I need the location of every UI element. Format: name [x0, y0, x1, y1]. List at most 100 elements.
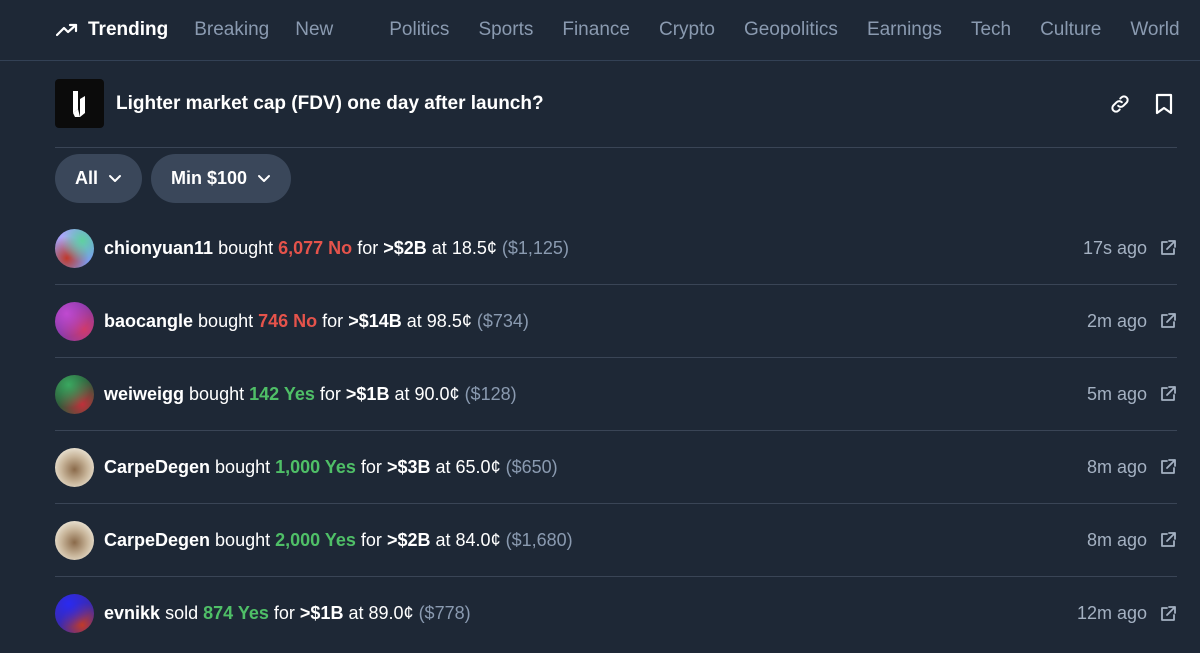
trade-action: bought [215, 529, 271, 550]
market-header: Lighter market cap (FDV) one day after l… [55, 79, 1177, 148]
trade-for: for [360, 529, 382, 550]
trade-quantity: 142 Yes [249, 383, 315, 404]
trade-quantity: 1,000 Yes [275, 456, 356, 477]
avatar[interactable] [55, 520, 94, 560]
top-nav: Trending Breaking New Politics Sports Fi… [0, 0, 1200, 61]
trade-at: at [394, 383, 410, 404]
min-amount-dropdown[interactable]: Min $100 [151, 154, 292, 203]
trade-description: weiweigg bought 142 Yes for >$1B at 90.0… [104, 384, 517, 405]
chevron-down-icon [258, 175, 271, 182]
trade-time: 8m ago [1086, 529, 1147, 550]
trade-for: for [357, 237, 379, 258]
trade-at: at [348, 603, 364, 623]
trade-for: for [322, 310, 344, 331]
trade-time: 17s ago [1082, 237, 1147, 258]
trade-description: chionyuan11 bought 6,077 No for >$2B at … [104, 238, 569, 259]
nav-sports[interactable]: Sports [478, 19, 533, 41]
link-icon [1111, 95, 1129, 113]
trade-row: CarpeDegen bought 1,000 Yes for >$3B at … [55, 431, 1177, 504]
trending-icon [56, 23, 78, 37]
lighter-logo-icon [72, 90, 85, 117]
trade-time: 8m ago [1086, 456, 1147, 477]
chevron-down-icon [109, 175, 122, 182]
trade-price: 65.0¢ [455, 456, 501, 477]
trade-time: 12m ago [1076, 603, 1147, 623]
trade-total: ($128) [464, 383, 517, 404]
nav-culture[interactable]: Culture [1040, 19, 1101, 41]
side-filter-label: All [75, 168, 99, 188]
avatar[interactable] [55, 447, 94, 487]
nav-politics[interactable]: Politics [389, 19, 449, 41]
trade-at: at [435, 529, 451, 550]
trade-user[interactable]: CarpeDegen [104, 530, 210, 550]
trade-action: bought [189, 383, 245, 404]
trade-price: 18.5¢ [451, 237, 497, 258]
trade-description: baocangle bought 746 No for >$14B at 98.… [104, 311, 529, 332]
trade-quantity: 746 No [258, 310, 318, 331]
external-link-icon[interactable] [1159, 605, 1177, 623]
trade-list: chionyuan11 bought 6,077 No for >$2B at … [55, 212, 1177, 650]
trade-for: for [273, 603, 295, 623]
trade-quantity: 6,077 No [278, 237, 353, 258]
market-actions [1089, 91, 1177, 117]
nav-breaking[interactable]: Breaking [194, 19, 269, 41]
market-logo[interactable] [55, 79, 104, 128]
trade-user[interactable]: baocangle [104, 311, 193, 331]
trade-total: ($734) [476, 310, 529, 331]
avatar[interactable] [55, 594, 94, 633]
trade-outcome[interactable]: >$1B [300, 603, 344, 623]
external-link-icon[interactable] [1159, 312, 1177, 330]
trade-description: evnikk sold 874 Yes for >$1B at 89.0¢ ($… [104, 603, 471, 624]
trade-action: bought [215, 456, 271, 477]
trade-row: chionyuan11 bought 6,077 No for >$2B at … [55, 212, 1177, 285]
trade-description: CarpeDegen bought 2,000 Yes for >$2B at … [104, 530, 573, 551]
trade-row: evnikk sold 874 Yes for >$1B at 89.0¢ ($… [55, 577, 1177, 650]
nav-finance[interactable]: Finance [562, 19, 630, 41]
trade-for: for [360, 456, 382, 477]
external-link-icon[interactable] [1159, 458, 1177, 476]
nav-crypto[interactable]: Crypto [659, 19, 715, 41]
trade-row: CarpeDegen bought 2,000 Yes for >$2B at … [55, 504, 1177, 577]
trade-outcome[interactable]: >$2B [383, 238, 427, 258]
avatar[interactable] [55, 228, 94, 268]
market-title[interactable]: Lighter market cap (FDV) one day after l… [116, 79, 544, 128]
trade-row: weiweigg bought 142 Yes for >$1B at 90.0… [55, 358, 1177, 431]
nav-earnings[interactable]: Earnings [867, 19, 942, 41]
min-amount-label: Min $100 [171, 168, 248, 188]
nav-trending[interactable]: Trending [56, 19, 168, 41]
copy-link-button[interactable] [1107, 91, 1133, 117]
trade-quantity: 2,000 Yes [275, 529, 356, 550]
avatar[interactable] [55, 374, 94, 414]
trade-for: for [319, 383, 341, 404]
filters: All Min $100 [55, 154, 300, 203]
trade-at: at [406, 310, 422, 331]
trade-price: 90.0¢ [414, 383, 460, 404]
trade-row: baocangle bought 746 No for >$14B at 98.… [55, 285, 1177, 358]
trade-outcome[interactable]: >$14B [348, 311, 402, 331]
trade-price: 84.0¢ [455, 529, 501, 550]
side-filter-dropdown[interactable]: All [55, 154, 143, 203]
trade-outcome[interactable]: >$3B [387, 457, 431, 477]
external-link-icon[interactable] [1159, 531, 1177, 549]
trade-action: bought [198, 310, 254, 331]
trade-at: at [431, 237, 447, 258]
trade-outcome[interactable]: >$2B [387, 530, 431, 550]
external-link-icon[interactable] [1159, 239, 1177, 257]
nav-geopolitics[interactable]: Geopolitics [744, 19, 838, 41]
nav-new[interactable]: New [295, 19, 333, 41]
external-link-icon[interactable] [1159, 385, 1177, 403]
trade-price: 89.0¢ [368, 603, 414, 623]
trade-user[interactable]: evnikk [104, 603, 160, 623]
nav-world[interactable]: World [1130, 19, 1179, 41]
trade-user[interactable]: chionyuan11 [104, 238, 213, 258]
trade-total: ($650) [505, 456, 558, 477]
trade-user[interactable]: CarpeDegen [104, 457, 210, 477]
trade-user[interactable]: weiweigg [104, 384, 184, 404]
bookmark-button[interactable] [1151, 91, 1177, 117]
avatar[interactable] [55, 301, 94, 341]
trade-total: ($1,125) [501, 237, 569, 258]
trade-at: at [435, 456, 451, 477]
nav-tech[interactable]: Tech [971, 19, 1011, 41]
trade-total: ($778) [418, 603, 471, 623]
trade-outcome[interactable]: >$1B [346, 384, 390, 404]
